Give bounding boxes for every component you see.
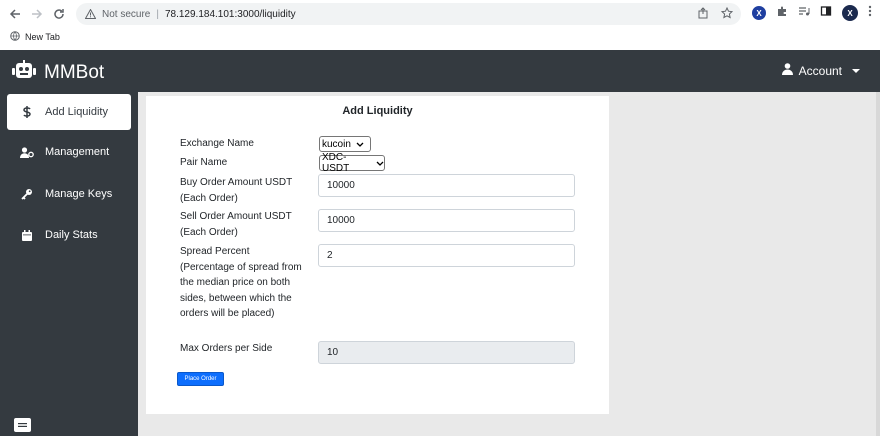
profile-avatar[interactable]: X bbox=[842, 5, 858, 21]
browser-chrome: Not secure | 78.129.184.101:3000/liquidi… bbox=[0, 0, 880, 50]
side-panel-icon[interactable] bbox=[820, 4, 832, 22]
spread-percent-input[interactable]: 2 bbox=[318, 244, 575, 267]
exchange-name-select[interactable]: kucoin bbox=[319, 136, 371, 152]
sidebar-item-label: Daily Stats bbox=[45, 229, 98, 241]
add-liquidity-card: Add Liquidity Exchange Name kucoin Pair … bbox=[146, 96, 609, 414]
brand-title: MMBot bbox=[44, 61, 105, 83]
exchange-name-value: kucoin bbox=[322, 138, 351, 150]
buy-amount-label: Buy Order Amount USDT (Each Order) bbox=[180, 177, 293, 204]
not-secure-label: Not secure bbox=[102, 8, 151, 20]
max-orders-value: 10 bbox=[327, 347, 339, 358]
calendar-icon bbox=[17, 229, 37, 241]
sidebar-item-label: Management bbox=[45, 146, 110, 158]
key-icon bbox=[17, 188, 37, 200]
robot-icon bbox=[12, 60, 36, 85]
sidebar: Add Liquidity Management Manage Keys Dai… bbox=[0, 92, 138, 436]
media-queue-icon[interactable] bbox=[798, 4, 810, 22]
buy-amount-input[interactable]: 10000 bbox=[318, 174, 575, 197]
browser-extensions: X X bbox=[752, 4, 872, 22]
place-order-button[interactable]: Place Order bbox=[177, 372, 224, 386]
user-cog-icon bbox=[17, 146, 37, 158]
sell-amount-input[interactable]: 10000 bbox=[318, 209, 575, 232]
sidebar-item-label: Manage Keys bbox=[45, 188, 113, 200]
sidebar-toggle-button[interactable] bbox=[14, 418, 31, 432]
sidebar-item-add-liquidity[interactable]: Add Liquidity bbox=[7, 94, 131, 130]
account-menu[interactable]: Account bbox=[781, 63, 860, 78]
bookmarks-bar: New Tab bbox=[0, 29, 60, 45]
sidebar-item-daily-stats[interactable]: Daily Stats bbox=[7, 217, 131, 253]
globe-icon bbox=[10, 31, 20, 43]
url-text: 78.129.184.101:3000/liquidity bbox=[164, 8, 296, 20]
address-bar[interactable]: Not secure | 78.129.184.101:3000/liquidi… bbox=[76, 3, 741, 25]
user-icon bbox=[781, 63, 793, 78]
sidebar-item-manage-keys[interactable]: Manage Keys bbox=[7, 176, 131, 212]
puzzle-icon[interactable] bbox=[776, 4, 788, 22]
extension-x-icon[interactable]: X bbox=[752, 6, 766, 20]
max-orders-label: Max Orders per Side bbox=[180, 343, 273, 354]
dollar-icon bbox=[17, 106, 37, 118]
share-icon[interactable] bbox=[697, 7, 709, 22]
chevron-down-icon bbox=[356, 140, 364, 149]
pair-name-value: XDC-USDT bbox=[322, 152, 350, 174]
bookmark-new-tab[interactable]: New Tab bbox=[25, 32, 60, 42]
spread-percent-value: 2 bbox=[327, 250, 333, 261]
url-separator: | bbox=[156, 8, 159, 20]
page-scrollbar[interactable] bbox=[876, 92, 880, 436]
sidebar-item-label: Add Liquidity bbox=[45, 106, 108, 118]
app-navbar: MMBot Account bbox=[0, 50, 880, 92]
buy-amount-value: 10000 bbox=[327, 180, 355, 191]
back-icon[interactable] bbox=[4, 3, 26, 25]
sell-amount-value: 10000 bbox=[327, 215, 355, 226]
forward-icon[interactable] bbox=[26, 3, 48, 25]
warning-icon bbox=[84, 8, 96, 20]
sidebar-item-management[interactable]: Management bbox=[7, 134, 131, 170]
card-title: Add Liquidity bbox=[342, 105, 413, 117]
spread-percent-label: Spread Percent (Percentage of spread fro… bbox=[180, 246, 302, 319]
bookmark-star-icon[interactable] bbox=[720, 6, 734, 22]
caret-down-icon bbox=[852, 68, 860, 73]
browser-menu-icon[interactable] bbox=[868, 4, 872, 22]
sell-amount-label: Sell Order Amount USDT (Each Order) bbox=[180, 211, 292, 238]
reload-icon[interactable] bbox=[48, 3, 70, 25]
account-label: Account bbox=[798, 63, 842, 78]
pair-name-select[interactable]: XDC-USDT bbox=[319, 152, 385, 174]
brand[interactable]: MMBot bbox=[12, 60, 104, 85]
pair-name-label: Pair Name bbox=[180, 157, 228, 168]
exchange-name-label: Exchange Name bbox=[180, 138, 254, 149]
chevron-down-icon bbox=[376, 159, 384, 168]
browser-toolbar: Not secure | 78.129.184.101:3000/liquidi… bbox=[0, 0, 880, 28]
max-orders-input: 10 bbox=[318, 341, 575, 364]
